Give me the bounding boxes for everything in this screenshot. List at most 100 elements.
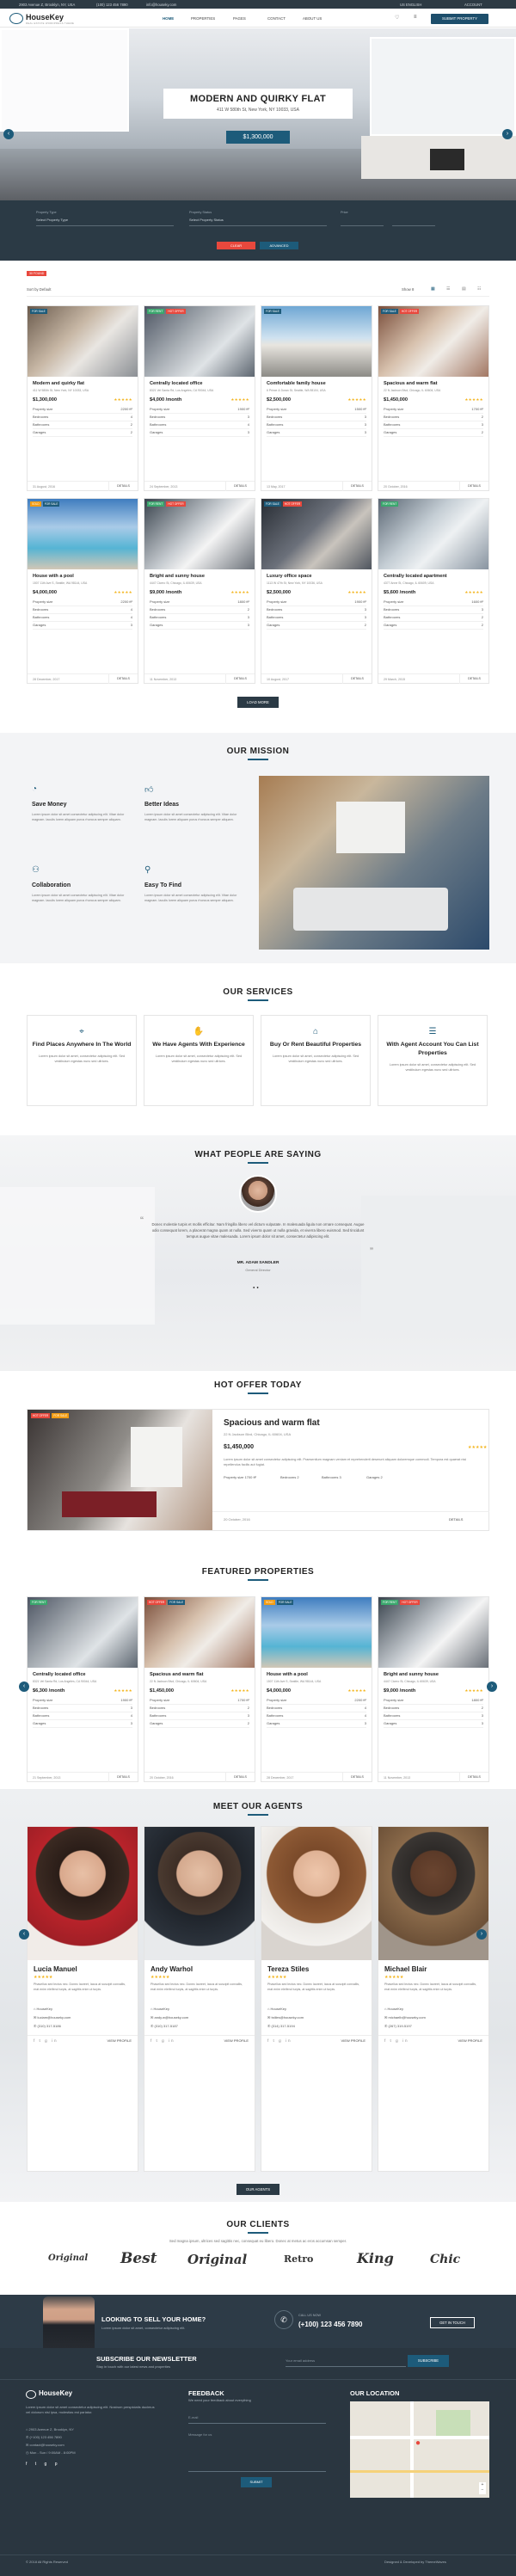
view-profile-link[interactable]: VIEW PROFILE [108,2038,132,2043]
agent-phone[interactable]: ✆ (267) 319-5197 [384,2024,412,2028]
property-card[interactable]: FOR RENT Centrally located office 8321 V… [27,1596,138,1782]
list-view-icon[interactable]: ☰ [446,286,450,292]
hero-prev-arrow[interactable]: ‹ [3,129,14,139]
map-zoom-control[interactable]: + − [479,2482,486,2494]
agent-email[interactable]: ✉ luciam@houseky.com [34,2015,71,2020]
property-image[interactable]: FOR SALE [261,306,372,377]
client-logo[interactable]: Original [48,2253,88,2263]
nav-contact[interactable]: CONTACT [267,16,286,21]
property-card[interactable]: FOR RENT HOT OFFER Centrally located offi… [144,305,255,491]
heart-icon[interactable]: ♡ [395,15,399,21]
view-profile-link[interactable]: VIEW PROFILE [341,2038,366,2043]
price-min-input[interactable] [341,218,384,226]
agent-email[interactable]: ✉ michaelb@houseky.com [384,2015,426,2020]
details-link[interactable]: DETAILS [459,482,488,491]
property-card[interactable]: FOR SALE Comfortable family house 6 Prin… [261,305,372,491]
property-title[interactable]: Spacious and warm flat [384,381,437,386]
property-image[interactable]: HOT OFFER FOR SALE [144,1597,255,1668]
agent-name[interactable]: Tereza Stiles [267,1965,309,1973]
details-link[interactable]: DETAILS [225,482,255,491]
language-select[interactable]: US ENGLISH [400,3,421,7]
agents-prev-arrow[interactable]: ‹ [19,1929,29,1940]
footer-email[interactable]: ✉ contact@houseky.com [26,2443,64,2448]
agent-email[interactable]: ✉ andy.w@houseky.com [150,2015,188,2020]
property-title[interactable]: Comfortable family house [267,381,326,386]
property-title[interactable]: Centrally located apartment [384,574,447,579]
details-link[interactable]: DETAILS [342,674,372,684]
agent-photo[interactable] [144,1827,255,1960]
footer-social-icons[interactable]: f t g p [26,2462,61,2467]
property-card[interactable]: FOR RENT Centrally located apartment 437… [378,498,489,684]
property-title[interactable]: Centrally located office [150,381,203,386]
subscribe-button[interactable]: SUBSCRIBE [408,2355,449,2367]
submit-property-button[interactable]: SUBMIT PROPERTY [431,14,488,24]
feedback-email-input[interactable]: E-mail [188,2412,326,2424]
agent-social-icons[interactable]: f t g in [267,2038,292,2043]
agent-name[interactable]: Lucia Manuel [34,1965,77,1973]
price-max-input[interactable] [392,218,435,226]
client-logo[interactable]: Chic [430,2253,460,2266]
logo[interactable]: HouseKey [26,13,64,22]
clear-button[interactable]: CLEAR [217,242,255,249]
agent-photo[interactable] [378,1827,488,1960]
client-logo[interactable]: King [357,2250,394,2266]
agents-next-arrow[interactable]: › [476,1929,487,1940]
feedback-message-input[interactable]: Message for us [188,2429,326,2472]
featured-prev-arrow[interactable]: ‹ [19,1681,29,1692]
property-title[interactable]: Luxury office space [267,574,312,579]
client-logo[interactable]: Original [187,2252,247,2267]
agent-phone[interactable]: ✆ (310) 317-5187 [150,2024,178,2028]
location-map[interactable]: ● + − [350,2401,489,2498]
agent-phone[interactable]: ✆ (310) 317-5186 [34,2024,61,2028]
feedback-submit-button[interactable]: SUBMIT [241,2477,272,2487]
agent-photo[interactable] [261,1827,372,1960]
property-image[interactable]: FOR SALE HOT OFFER [378,306,488,377]
agent-email[interactable]: ✉ tstiles@houseky.com [267,2015,304,2020]
property-image[interactable]: SOLD FOR SALE [261,1597,372,1668]
property-image[interactable]: SOLD FOR SALE [28,499,138,569]
testimonial-dots[interactable]: ●● [253,1285,261,1289]
agent-social-icons[interactable]: f t g in [384,2038,409,2043]
show-count-select[interactable]: Show 8 [402,287,414,292]
topbar-email[interactable]: info@houseky.com [146,3,176,7]
details-link[interactable]: DETAILS [459,1773,488,1782]
property-status-select[interactable]: Select Property Status [189,218,327,226]
property-image[interactable]: FOR RENT HOT OFFER [378,1597,488,1668]
grid-large-icon[interactable]: ▤ [462,286,466,292]
advanced-button[interactable]: ADVANCED [260,242,298,249]
property-image[interactable]: FOR RENT [378,499,488,569]
details-link[interactable]: DETAILS [342,482,372,491]
featured-next-arrow[interactable]: › [487,1681,497,1692]
property-image[interactable]: FOR SALE HOT OFFER [261,499,372,569]
property-card[interactable]: HOT OFFER FOR SALE Spacious and warm flat… [144,1596,255,1782]
nav-properties[interactable]: PROPERTIES [191,16,215,21]
property-title[interactable]: Bright and sunny house [384,1672,439,1677]
cta-phone[interactable]: (+100) 123 456 7890 [298,2321,363,2328]
property-type-select[interactable]: Select Property Type [36,218,174,226]
nav-pages[interactable]: PAGES [233,16,246,21]
agent-phone[interactable]: ✆ (314) 317-5194 [267,2024,295,2028]
hot-offer-prop-title[interactable]: Spacious and warm flat [224,1418,320,1428]
property-card[interactable]: FOR SALE HOT OFFER Luxury office space 11… [261,498,372,684]
property-card[interactable]: SOLD FOR SALE House with a pool 1507 11th… [261,1596,372,1782]
hot-offer-image[interactable]: HOT OFFER FOR SALE [28,1410,212,1530]
agent-photo[interactable] [28,1827,138,1960]
get-in-touch-button[interactable]: GET IN TOUCH [430,2317,475,2328]
property-card[interactable]: FOR RENT HOT OFFER Bright and sunny house… [144,498,255,684]
property-title[interactable]: House with a pool [33,574,74,579]
agent-card[interactable]: Michael Blair ★★★★★ Phasellus sed lectus… [378,1826,489,2172]
agent-card[interactable]: Andy Warhol ★★★★★ Phasellus sed lectus n… [144,1826,255,2172]
agent-social-icons[interactable]: f t g in [34,2038,58,2043]
property-title[interactable]: Bright and sunny house [150,574,205,579]
newsletter-email-input[interactable]: Your email address [286,2355,406,2367]
details-link[interactable]: DETAILS [108,1773,138,1782]
property-card[interactable]: FOR RENT HOT OFFER Bright and sunny house… [378,1596,489,1782]
client-logo[interactable]: Best [120,2250,157,2267]
sort-select[interactable]: Sort by Default [27,287,51,292]
hero-next-arrow[interactable]: › [502,129,513,139]
view-profile-link[interactable]: VIEW PROFILE [458,2038,482,2043]
grid-view-icon[interactable]: ▦ [431,286,435,292]
details-link[interactable]: DETAILS [342,1773,372,1782]
agent-social-icons[interactable]: f t g in [150,2038,175,2043]
our-agents-button[interactable]: OUR AGENTS [236,2184,280,2195]
